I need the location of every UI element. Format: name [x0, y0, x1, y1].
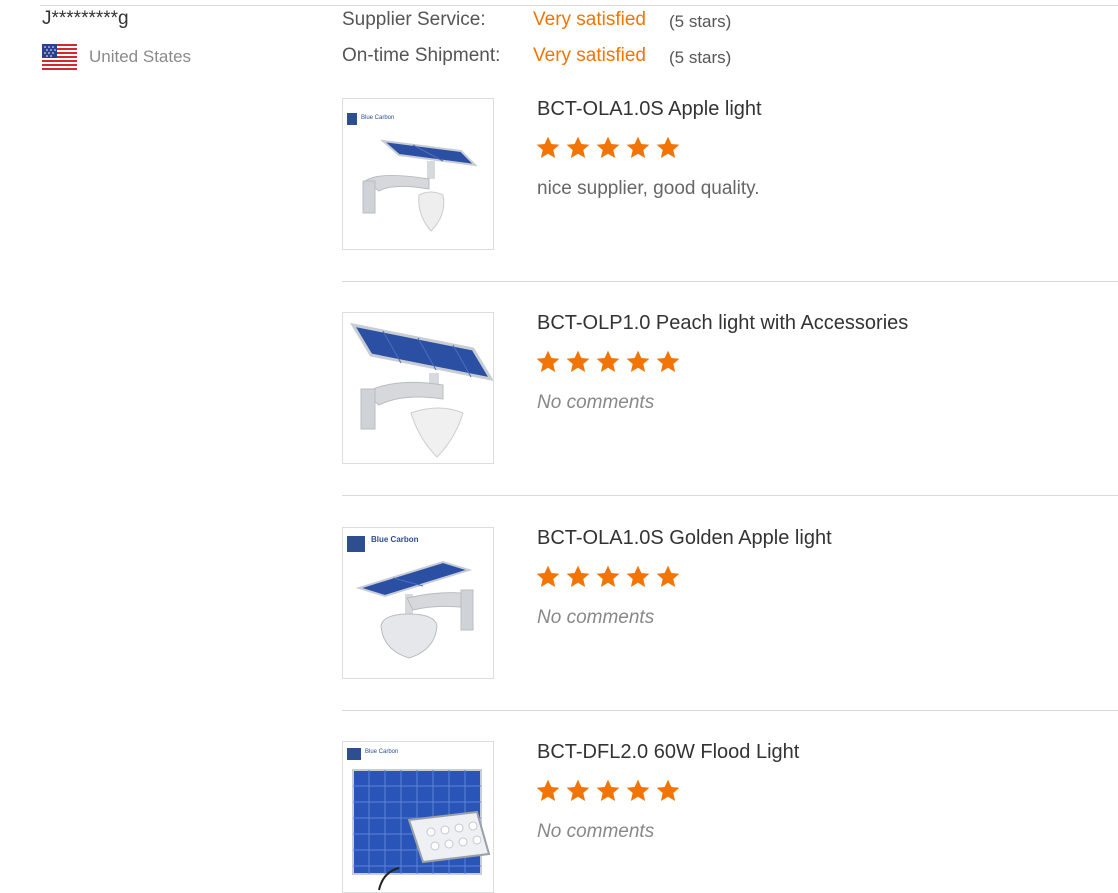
star-icon	[566, 136, 590, 158]
product-title[interactable]: BCT-OLP1.0 Peach light with Accessories	[537, 312, 908, 335]
star-icon	[596, 779, 620, 801]
star-icon	[566, 779, 590, 801]
us-flag-icon	[42, 44, 77, 70]
star-icon	[656, 779, 680, 801]
product-title[interactable]: BCT-OLA1.0S Golden Apple light	[537, 527, 832, 550]
product-rating-stars	[535, 349, 685, 375]
solar-golden-apple-light-image: Blue Carbon	[347, 535, 474, 659]
product-thumbnail[interactable]: Blue Carbon	[342, 98, 494, 250]
star-icon	[596, 136, 620, 158]
star-icon	[626, 350, 650, 372]
buyer-location: United States	[42, 44, 191, 70]
review-comment: No comments	[537, 392, 655, 413]
review-divider	[342, 495, 1118, 496]
review-divider	[342, 281, 1118, 282]
star-icon	[626, 565, 650, 587]
solar-apple-light-image: Blue Carbon	[347, 113, 478, 232]
top-divider	[40, 5, 1118, 6]
buyer-name: J*********g	[42, 8, 129, 29]
rating-stars-text: (5 stars)	[669, 12, 732, 31]
brand-label: Blue Carbon	[371, 535, 419, 544]
rating-label: On-time Shipment:	[342, 45, 501, 66]
review-comment: nice supplier, good quality.	[537, 178, 760, 199]
star-icon	[596, 350, 620, 372]
star-icon	[596, 565, 620, 587]
rating-value: Very satisfied	[533, 45, 646, 66]
rating-value: Very satisfied	[533, 9, 646, 30]
product-thumbnail[interactable]: Blue Carbon	[342, 527, 494, 679]
star-icon	[656, 350, 680, 372]
brand-label: Blue Carbon	[361, 115, 394, 121]
product-title[interactable]: BCT-DFL2.0 60W Flood Light	[537, 741, 799, 764]
solar-peach-light-image	[349, 322, 493, 458]
review-comment: No comments	[537, 821, 655, 842]
star-icon	[656, 565, 680, 587]
product-rating-stars	[535, 778, 685, 804]
rating-supplier-service: Supplier Service: Very satisfied (5 star…	[342, 9, 731, 31]
star-icon	[626, 136, 650, 158]
star-icon	[566, 565, 590, 587]
rating-label: Supplier Service:	[342, 9, 486, 30]
product-thumbnail[interactable]: Blue Carbon	[342, 741, 494, 893]
review-comment: No comments	[537, 607, 655, 628]
rating-stars-text: (5 stars)	[669, 48, 732, 67]
product-thumbnail[interactable]	[342, 312, 494, 464]
star-icon	[656, 136, 680, 158]
rating-on-time-shipment: On-time Shipment: Very satisfied (5 star…	[342, 45, 731, 67]
star-icon	[626, 779, 650, 801]
product-title[interactable]: BCT-OLA1.0S Apple light	[537, 98, 762, 121]
product-rating-stars	[535, 564, 685, 590]
review-divider	[342, 710, 1118, 711]
star-icon	[536, 350, 560, 372]
brand-label: Blue Carbon	[365, 749, 398, 755]
product-rating-stars	[535, 135, 685, 161]
star-icon	[536, 136, 560, 158]
buyer-country: United States	[89, 47, 192, 66]
star-icon	[536, 779, 560, 801]
star-icon	[566, 350, 590, 372]
solar-flood-light-image: Blue Carbon	[347, 748, 491, 891]
star-icon	[536, 565, 560, 587]
